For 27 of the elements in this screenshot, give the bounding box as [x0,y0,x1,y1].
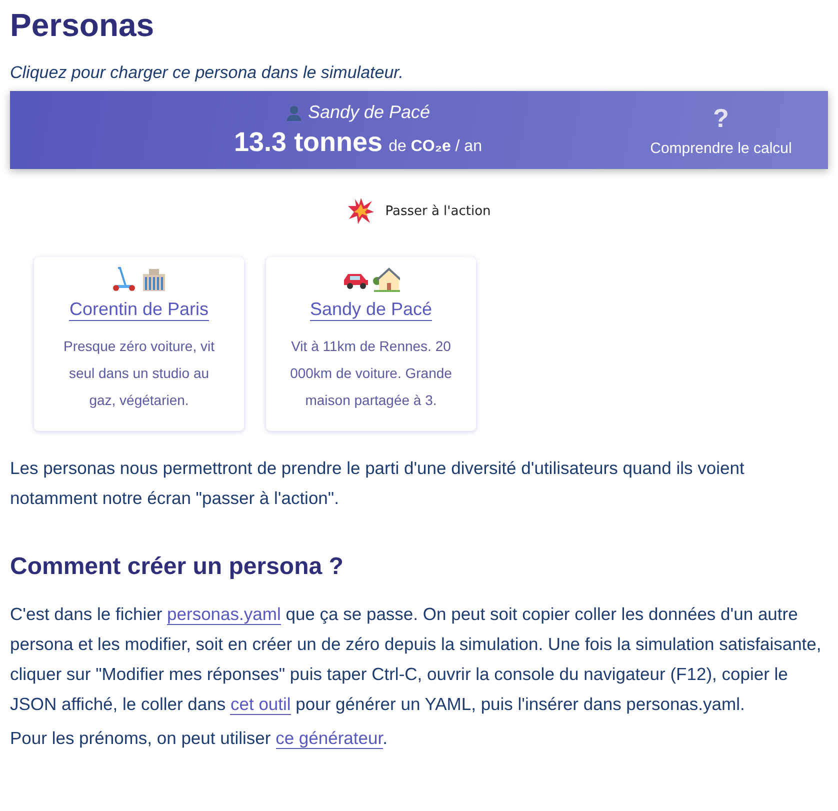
instruction-text: C'est dans le fichier personas.yaml que ça se passe. On peut soit copier coller les données d'un autre persona et les modifier, soit en créer un de zéro depuis la simulation. Une fois la simulation satisfaisante, cliquer sur "Modifier mes réponses" puis taper Ctrl-C, ouvrir la console du navigateur (F12), copier le JSON affiché, le coller dans cet outil pour générer un YAML, puis l'insérer dans personas.yaml. [10,603,822,717]
section-heading: Comment créer un persona ? [10,553,344,581]
persona-card[interactable]: Corentin de Paris Presque zéro voiture, vit seul dans un studio au gaz, végétarien. [34,257,244,431]
persona-link[interactable]: Corentin de Paris [69,299,209,321]
persona-link[interactable]: Sandy de Pacé [310,299,432,321]
help-button[interactable]: ? Comprendre le calcul [636,103,806,157]
text-link[interactable]: cet outil [230,694,291,715]
intro-text: Cliquez pour charger ce persona dans le simulateur. [10,63,404,83]
help-label: Comprendre le calcul [650,140,792,157]
footprint-value: 13.3 tonnes [234,127,383,158]
scooter-icon [110,265,138,293]
question-mark: ? [713,103,729,134]
persona-banner[interactable]: Sandy de Pacé 13.3 tonnes de CO₂e / an ? Comprendre le calcul [10,91,828,169]
explanation-text: Les personas nous permettront de prendre le parti d'une diversité d'utilisateurs quand ils voient notamment notre écran "passer à l'action". [10,457,746,510]
text-link[interactable]: ce générateur [276,728,383,749]
persona-description: Presque zéro voiture, vit seul dans un studio au gaz, végétarien. [62,337,216,410]
persona-name: Sandy de Pacé [308,102,430,123]
text-link[interactable]: personas.yaml [167,604,281,625]
user-icon [286,104,302,120]
action-link[interactable]: Passer à l'action [347,197,491,225]
persona-card[interactable]: Sandy de Pacé Vit à 11km de Rennes. 20 000km de voiture. Grande maison partagée à 3. [266,257,476,431]
footprint-unit: de CO₂e / an [388,138,482,156]
page-title: Personas [10,6,156,45]
instruction-text: Pour les prénoms, on peut utiliser ce générateur. [10,727,388,751]
persona-description: Vit à 11km de Rennes. 20 000km de voiture. Grande maison partagée à 3. [290,337,452,410]
house-icon [372,265,400,293]
explosion-icon [347,197,376,225]
